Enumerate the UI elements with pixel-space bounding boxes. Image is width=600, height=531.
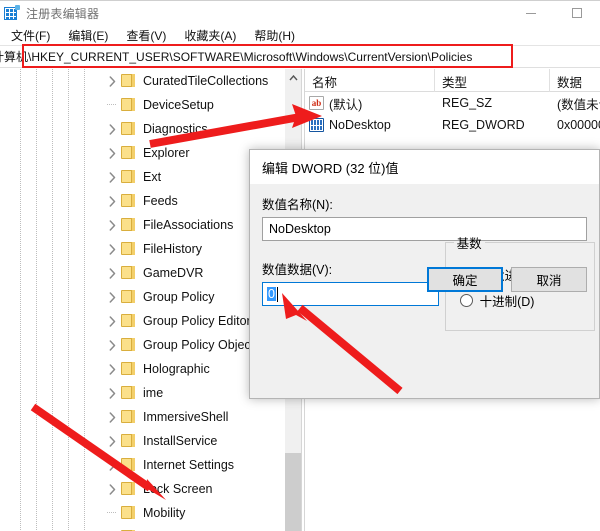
address-bar-highlight (22, 44, 513, 68)
registry-editor-window: 注册表编辑器 文件(F) 编辑(E) 查看(V) 收藏夹(A) 帮助(H) 计算… (0, 0, 600, 531)
arrow-to-policies-icon (30, 403, 166, 500)
arrow-to-value-data-icon (282, 293, 403, 395)
annotation-layer (0, 1, 600, 531)
annotation-arrows (30, 104, 403, 500)
arrow-to-nodesktop-icon (149, 104, 322, 148)
